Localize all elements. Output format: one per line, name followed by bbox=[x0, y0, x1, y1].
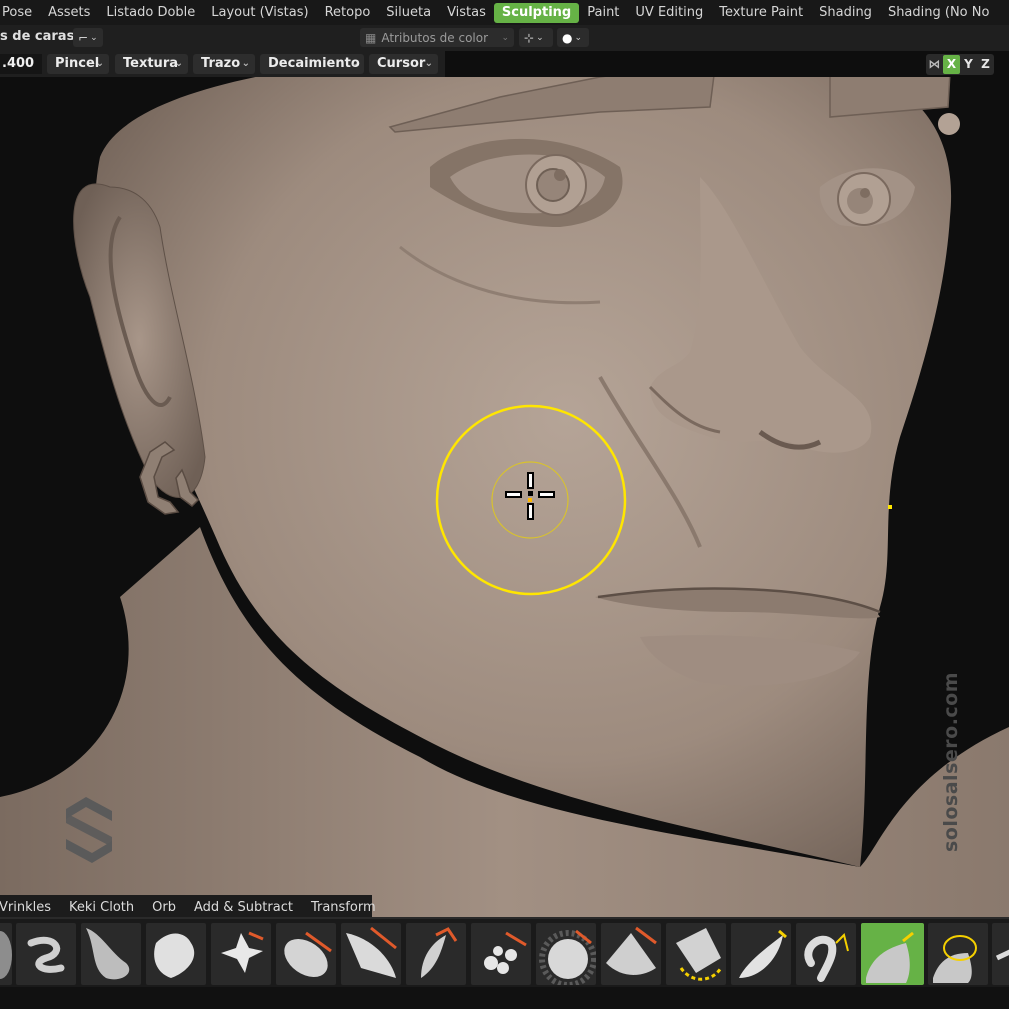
chevron-down-icon: ⌄ bbox=[424, 58, 433, 69]
attribute-icon: ▦ bbox=[365, 30, 377, 45]
chevron-down-icon: ⌄ bbox=[241, 58, 250, 69]
crease-brush-icon[interactable] bbox=[211, 923, 271, 985]
layer-brush-icon[interactable] bbox=[666, 923, 726, 985]
snake-hook-brush-icon[interactable] bbox=[861, 923, 924, 985]
brush-strip bbox=[0, 917, 1009, 989]
chevron-down-icon: ⌄ bbox=[90, 32, 98, 43]
pinch-brush-icon[interactable] bbox=[276, 923, 336, 985]
tab-texture-paint[interactable]: Texture Paint bbox=[711, 3, 811, 23]
rotate-brush-icon[interactable] bbox=[731, 923, 791, 985]
draw-brush-icon[interactable] bbox=[16, 923, 76, 985]
chevron-down-icon: ⌄ bbox=[174, 58, 183, 69]
brush-menu[interactable]: Pincel ⌄ bbox=[47, 54, 109, 74]
brush-menu-label: Pincel bbox=[55, 56, 100, 71]
chevron-down-icon: ⌄ bbox=[350, 58, 359, 69]
tool-settings: .400 Pincel ⌄ Textura ⌄ Trazo ⌄ Decaimiento… bbox=[0, 51, 445, 77]
axis-z-toggle[interactable]: Z bbox=[977, 55, 994, 74]
tab-shading-no-nodes[interactable]: Shading (No No bbox=[880, 3, 998, 23]
tab-listado-doble[interactable]: Listado Doble bbox=[98, 3, 203, 23]
sphere-icon: ● bbox=[562, 30, 573, 45]
grab-brush-icon[interactable] bbox=[796, 923, 856, 985]
tab-wrinkles[interactable]: Vrinkles bbox=[0, 900, 60, 915]
axis-y-toggle[interactable]: Y bbox=[960, 55, 977, 74]
face-set-mode-dropdown[interactable]: ⌐ ⌄ bbox=[73, 28, 103, 47]
pose-brush-icon[interactable] bbox=[992, 923, 1009, 985]
stroke-menu-label: Trazo bbox=[201, 56, 241, 71]
cursor-menu[interactable]: Cursor ⌄ bbox=[369, 54, 438, 74]
symmetry-icon: ⊹ bbox=[524, 30, 535, 45]
chevron-down-icon: ⌄ bbox=[501, 32, 509, 43]
tab-shading[interactable]: Shading bbox=[811, 3, 880, 23]
blob-brush-icon[interactable] bbox=[81, 923, 141, 985]
symmetry-axes: ⋈ X Y Z bbox=[926, 54, 994, 75]
color-attributes-dropdown[interactable]: ▦ Atributos de color ⌄ bbox=[360, 28, 514, 47]
tab-retopo[interactable]: Retopo bbox=[317, 3, 379, 23]
tab-keki-cloth[interactable]: Keki Cloth bbox=[60, 900, 143, 915]
symmetry-dropdown[interactable]: ⊹ ⌄ bbox=[519, 28, 553, 47]
tab-uv-editing[interactable]: UV Editing bbox=[627, 3, 711, 23]
fill-brush-icon[interactable] bbox=[406, 923, 466, 985]
face-sets-label: s de caras bbox=[0, 29, 75, 44]
tab-assets[interactable]: Assets bbox=[40, 3, 98, 23]
shading-dropdown[interactable]: ● ⌄ bbox=[557, 28, 589, 47]
chevron-down-icon: ⌄ bbox=[95, 58, 104, 69]
curve-icon: ⌐ bbox=[78, 30, 89, 45]
tab-orb[interactable]: Orb bbox=[143, 900, 185, 915]
butterfly-icon: ⋈ bbox=[928, 57, 941, 71]
watermark-text: solosalsero.com bbox=[940, 671, 962, 852]
viewport-header: s de caras ⌐ ⌄ ▦ Atributos de color ⌄ ⊹ ⌄ … bbox=[0, 25, 1009, 51]
clay-strips-brush-icon[interactable] bbox=[601, 923, 661, 985]
cursor-menu-label: Cursor bbox=[377, 56, 426, 71]
helper-sphere bbox=[938, 113, 960, 135]
tab-silueta[interactable]: Silueta bbox=[378, 3, 439, 23]
status-bar bbox=[0, 987, 1009, 1009]
falloff-menu-label: Decaimiento bbox=[268, 56, 360, 71]
clay-brush-icon[interactable] bbox=[536, 923, 596, 985]
falloff-menu[interactable]: Decaimiento ⌄ bbox=[260, 54, 364, 74]
tab-transform[interactable]: Transform bbox=[302, 900, 385, 915]
tab-paint[interactable]: Paint bbox=[579, 3, 627, 23]
axis-x-toggle[interactable]: X bbox=[943, 55, 960, 74]
chevron-down-icon: ⌄ bbox=[536, 32, 544, 43]
workspace-tabs: Pose Assets Listado Doble Layout (Vistas… bbox=[0, 0, 1009, 25]
strength-field[interactable]: .400 bbox=[0, 54, 42, 74]
brush-thumb[interactable] bbox=[0, 923, 12, 985]
tab-layout-vistas[interactable]: Layout (Vistas) bbox=[203, 3, 316, 23]
elastic-brush-icon[interactable] bbox=[928, 923, 988, 985]
tab-add-subtract[interactable]: Add & Subtract bbox=[185, 900, 302, 915]
tab-vistas[interactable]: Vistas bbox=[439, 3, 494, 23]
tab-pose[interactable]: Pose bbox=[0, 3, 40, 23]
inflate-brush-icon[interactable] bbox=[146, 923, 206, 985]
texture-menu-label: Textura bbox=[123, 56, 178, 71]
brush-category-tabs: Vrinkles Keki Cloth Orb Add & Subtract T… bbox=[0, 895, 376, 919]
flatten-brush-icon[interactable] bbox=[341, 923, 401, 985]
chevron-down-icon: ⌄ bbox=[574, 32, 583, 43]
sculpt-scene[interactable] bbox=[0, 50, 1009, 917]
blender-window: solosalsero.com Pose Assets Listado Dobl… bbox=[0, 0, 1009, 1009]
texture-menu[interactable]: Textura ⌄ bbox=[115, 54, 188, 74]
tab-sculpting[interactable]: Sculpting bbox=[493, 2, 580, 23]
color-attributes-label: Atributos de color bbox=[381, 30, 489, 45]
scrape-brush-icon[interactable] bbox=[471, 923, 531, 985]
3d-viewport[interactable] bbox=[0, 50, 1009, 917]
stroke-menu[interactable]: Trazo ⌄ bbox=[193, 54, 255, 74]
